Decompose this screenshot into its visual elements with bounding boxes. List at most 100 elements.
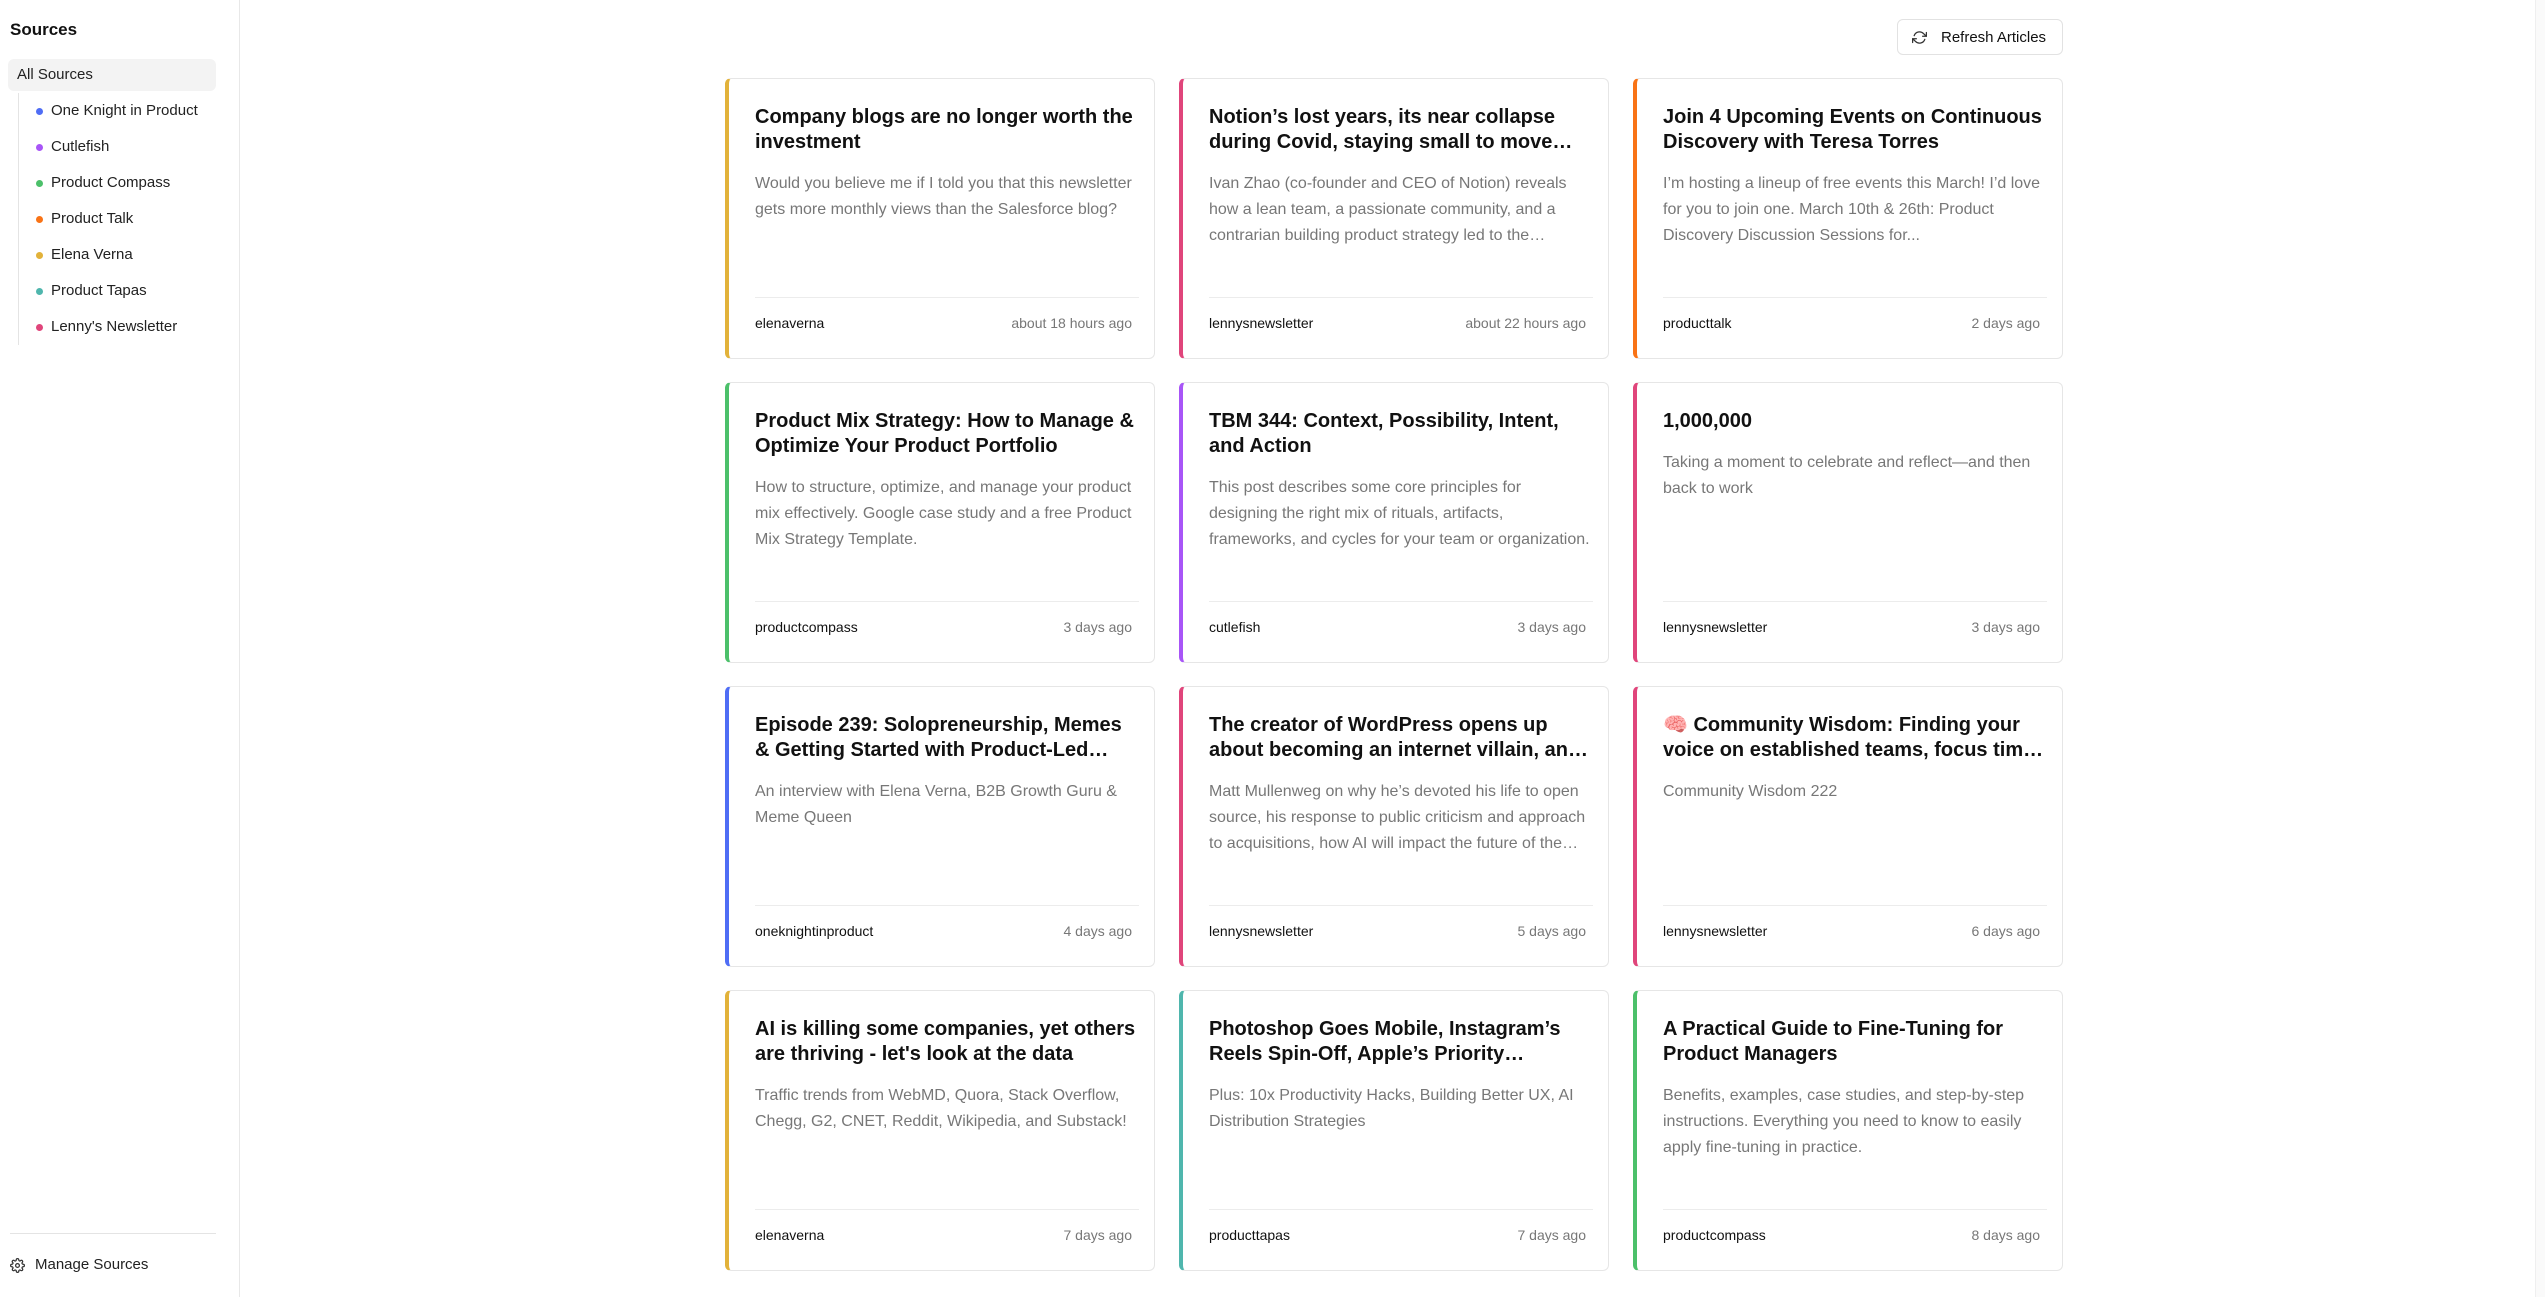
article-title: TBM 344: Context, Possibility, Intent, a… [1209, 410, 1559, 457]
article-source: lennysnewsletter [1663, 619, 1768, 635]
article-description: This post describes some core principles… [1209, 479, 1590, 548]
article-card[interactable]: Photoshop Goes Mobile, Instagram’s Reels… [1179, 990, 1609, 1271]
card-divider [755, 297, 1139, 298]
article-source: oneknightinproduct [755, 923, 874, 939]
card-divider [755, 1209, 1139, 1210]
article-description: How to structure, optimize, and manage y… [755, 479, 1132, 548]
article-timestamp: 8 days ago [1971, 1227, 2041, 1243]
source-color-dot [36, 324, 43, 331]
sidebar-item-label: One Knight in Product [51, 102, 198, 119]
article-source: cutlefish [1209, 619, 1261, 635]
card-divider [755, 601, 1139, 602]
article-timestamp: 7 days ago [1517, 1227, 1587, 1243]
article-description: Traffic trends from WebMD, Quora, Stack … [755, 1087, 1127, 1130]
article-timestamp: 3 days ago [1063, 619, 1133, 635]
article-description: An interview with Elena Verna, B2B Growt… [755, 783, 1117, 826]
article-source: elenaverna [755, 315, 825, 331]
article-card[interactable]: Episode 239: Solopreneurship, Memes & Ge… [725, 686, 1155, 967]
article-title: Episode 239: Solopreneurship, Memes & Ge… [755, 714, 1122, 761]
page-scrollbar[interactable] [2535, 0, 2545, 1297]
sidebar-item-label: Lenny's Newsletter [51, 318, 178, 335]
refresh-articles-button[interactable]: Refresh Articles [1897, 19, 2063, 55]
refresh-articles-label: Refresh Articles [1941, 28, 2047, 46]
article-source: productcompass [1663, 1227, 1766, 1243]
article-title: Product Mix Strategy: How to Manage & Op… [755, 410, 1134, 457]
article-card[interactable]: 1,000,000 Taking a moment to celebrate an… [1633, 382, 2063, 663]
sidebar: Sources All Sources One Knight in Produc… [0, 0, 240, 1297]
sidebar-title: Sources [10, 20, 78, 39]
sidebar-item-source[interactable]: Lenny's Newsletter [19, 309, 217, 345]
sidebar-item-label: Cutlefish [51, 138, 110, 155]
article-title: Photoshop Goes Mobile, Instagram’s Reels… [1209, 1018, 1561, 1065]
article-timestamp: 3 days ago [1517, 619, 1587, 635]
source-color-dot [36, 216, 43, 223]
card-divider [1209, 1209, 1593, 1210]
sidebar-item-label: Product Tapas [51, 282, 147, 299]
sidebar-item-source[interactable]: Elena Verna [19, 237, 217, 273]
article-card[interactable]: Company blogs are no longer worth the in… [725, 78, 1155, 359]
article-card[interactable]: Product Mix Strategy: How to Manage & Op… [725, 382, 1155, 663]
source-color-dot [36, 252, 43, 259]
article-card[interactable]: The creator of WordPress opens up about … [1179, 686, 1609, 967]
card-divider [1663, 601, 2047, 602]
article-title: The creator of WordPress opens up about … [1209, 714, 1581, 761]
article-description: I’m hosting a lineup of free events this… [1663, 175, 2041, 244]
sidebar-item-source[interactable]: Product Talk [19, 201, 217, 237]
manage-sources-button[interactable]: Manage Sources [10, 1252, 148, 1278]
article-title: Notion’s lost years, its near collapse d… [1209, 106, 1556, 153]
article-card[interactable]: 🧠 Community Wisdom: Finding your voice o… [1633, 686, 2063, 967]
sidebar-divider [10, 1233, 216, 1234]
source-color-dot [36, 108, 43, 115]
article-timestamp: 2 days ago [1971, 315, 2041, 331]
article-source: productcompass [755, 619, 858, 635]
article-title: Join 4 Upcoming Events on Continuous Dis… [1663, 106, 2042, 153]
card-divider [755, 905, 1139, 906]
card-divider [1209, 601, 1593, 602]
sidebar-item-label: Product Talk [51, 210, 134, 227]
sidebar-item-source[interactable]: Product Tapas [19, 273, 217, 309]
article-description: Matt Mullenweg on why he’s devoted his l… [1209, 783, 1586, 852]
article-timestamp: 3 days ago [1971, 619, 2041, 635]
sidebar-item-label: Product Compass [51, 174, 171, 191]
article-card[interactable]: AI is killing some companies, yet others… [725, 990, 1155, 1271]
article-description: Plus: 10x Productivity Hacks, Building B… [1209, 1087, 1574, 1130]
article-source: producttapas [1209, 1227, 1290, 1243]
article-description: Benefits, examples, case studies, and st… [1663, 1087, 2025, 1156]
article-title: 🧠 Community Wisdom: Finding your voice o… [1663, 714, 2040, 761]
card-divider [1663, 905, 2047, 906]
source-color-dot [36, 288, 43, 295]
article-title: 1,000,000 [1663, 410, 1752, 432]
article-timestamp: 7 days ago [1063, 1227, 1133, 1243]
sidebar-item-all-sources[interactable]: All Sources [8, 59, 216, 91]
article-card[interactable]: Join 4 Upcoming Events on Continuous Dis… [1633, 78, 2063, 359]
article-source: elenaverna [755, 1227, 825, 1243]
article-timestamp: about 18 hours ago [1011, 315, 1132, 331]
source-color-dot [36, 180, 43, 187]
article-description: Community Wisdom 222 [1663, 783, 1838, 800]
sidebar-item-source[interactable]: One Knight in Product [19, 93, 217, 129]
sidebar-item-source[interactable]: Cutlefish [19, 129, 217, 165]
sidebar-item-source[interactable]: Product Compass [19, 165, 217, 201]
article-description: Ivan Zhao (co-founder and CEO of Notion)… [1209, 175, 1567, 244]
article-source: lennysnewsletter [1663, 923, 1768, 939]
card-divider [1663, 297, 2047, 298]
article-timestamp: 6 days ago [1971, 923, 2041, 939]
sidebar-item-label: Elena Verna [51, 246, 133, 263]
article-grid: Company blogs are no longer worth the in… [725, 78, 2063, 1271]
article-timestamp: 4 days ago [1063, 923, 1133, 939]
article-timestamp: 5 days ago [1517, 923, 1587, 939]
gear-icon [10, 1257, 25, 1273]
source-list: One Knight in Product Cutlefish Product Co… [18, 93, 217, 345]
article-title: AI is killing some companies, yet others… [755, 1018, 1136, 1065]
article-card[interactable]: Notion’s lost years, its near collapse d… [1179, 78, 1609, 359]
article-source: lennysnewsletter [1209, 315, 1314, 331]
article-card[interactable]: TBM 344: Context, Possibility, Intent, a… [1179, 382, 1609, 663]
article-card[interactable]: A Practical Guide to Fine-Tuning for Pro… [1633, 990, 2063, 1271]
app-root: Sources All Sources One Knight in Produc… [0, 0, 2545, 1297]
refresh-icon [1912, 30, 1927, 44]
card-divider [1209, 905, 1593, 906]
article-title: Company blogs are no longer worth the in… [755, 106, 1133, 153]
article-description: Would you believe me if I told you that … [755, 175, 1132, 218]
article-title: A Practical Guide to Fine-Tuning for Pro… [1663, 1018, 2004, 1065]
article-timestamp: about 22 hours ago [1465, 315, 1586, 331]
